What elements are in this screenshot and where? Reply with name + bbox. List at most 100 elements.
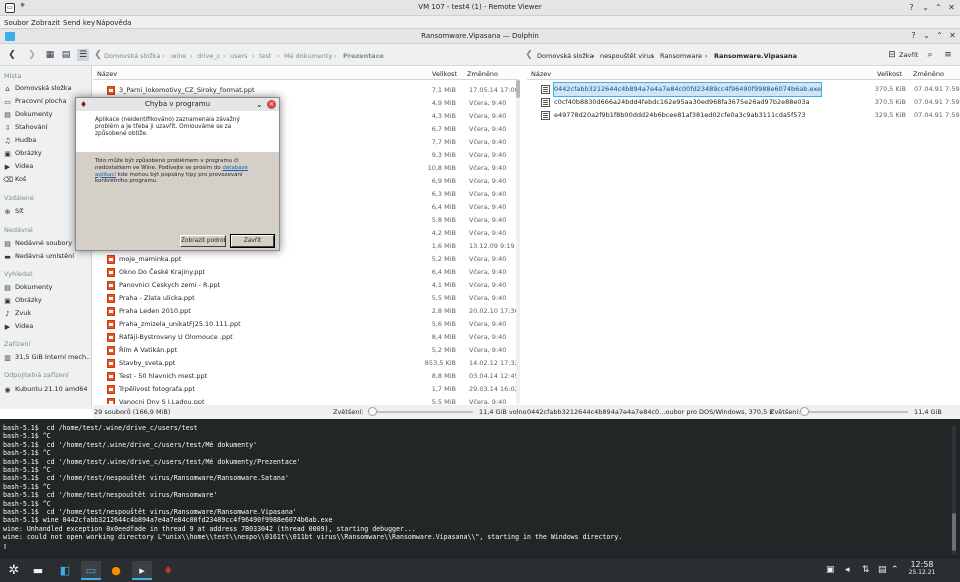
keep-above-icon[interactable]: ? xyxy=(908,30,919,41)
dolphin-task-icon[interactable]: ▭ xyxy=(81,561,101,580)
left-breadcrumb-3[interactable]: users xyxy=(230,52,248,60)
sidebar-item-home[interactable]: ⌂ Domovská složka xyxy=(3,83,91,94)
close-icon[interactable]: ✕ xyxy=(947,30,958,41)
app-launcher-icon[interactable]: ✲ xyxy=(4,561,24,580)
sidebar-item-search-videos[interactable]: ▶ Videa xyxy=(3,321,91,332)
scrollbar-thumb[interactable] xyxy=(952,513,956,551)
compact-view-icon[interactable]: ▤ xyxy=(60,49,72,61)
details-view-icon[interactable]: ☰ xyxy=(77,49,89,61)
scrollbar-thumb[interactable] xyxy=(516,80,520,98)
menu-send-key[interactable]: Send key xyxy=(63,19,95,27)
sidebar-item-search-images[interactable]: ▣ Obrázky xyxy=(3,295,91,306)
right-file-pane[interactable]: Název Velikost Změněno 0442cfabb3212644c… xyxy=(527,68,960,404)
sidebar-section-title: Odpojitelná zařízení xyxy=(4,371,69,379)
left-breadcrumb-1[interactable]: .wine xyxy=(169,52,186,60)
terminal-scrollbar[interactable] xyxy=(952,425,956,555)
left-breadcrumb-4[interactable]: test xyxy=(259,52,271,60)
show-desktop-icon[interactable]: ▬ xyxy=(28,561,48,580)
sidebar-item-recent-places[interactable]: ▬ Nedávná umístění xyxy=(3,251,91,262)
file-modified: 07.04.91 7:59 xyxy=(914,85,960,93)
file-row[interactable]: Praha Leden 2010.ppt 2,8 MiB 20.02.10 17:3… xyxy=(93,305,519,318)
sidebar-item-disc[interactable]: ◉ Kubuntu 21.10 amd64 xyxy=(3,384,91,395)
file-row[interactable]: c0cf40b8830d666a24bdd4febdc162e95aa30ed9… xyxy=(527,96,960,109)
file-modified: Včera, 9:40 xyxy=(469,333,507,341)
wine-task-icon[interactable]: ♦ xyxy=(158,561,178,580)
file-row[interactable]: 0442cfabb3212644c4b894a7e4a7e84c00fd2348… xyxy=(527,82,960,97)
file-row[interactable]: Praha - Zlata ulicka.ppt 5,5 MiB Včera, 9:… xyxy=(93,292,513,305)
clipboard-icon[interactable]: ▤ xyxy=(878,565,887,575)
file-row[interactable]: Vanocni Dny S J.Ladou.ppt 5,5 MiB Včera, 9… xyxy=(93,396,513,404)
left-scrollbar[interactable] xyxy=(516,80,520,404)
minimize-icon[interactable]: ⌄ xyxy=(920,2,931,13)
sidebar-item-search-audio[interactable]: ♪ Zvuk xyxy=(3,308,91,319)
file-row[interactable]: 3_Parni_lokomotivy_CZ_Siroky_format.ppt 7… xyxy=(93,84,519,97)
column-header-modified[interactable]: Změněno xyxy=(913,68,944,80)
tray-expand-icon[interactable]: ⌃ xyxy=(891,565,899,575)
left-breadcrumb-0[interactable]: Domovská složka xyxy=(104,52,160,60)
file-row[interactable]: Stavby_sveta.ppt 853,5 KiB 14.02.12 17:32 xyxy=(93,357,519,370)
terminal-task-icon[interactable]: ▸ xyxy=(132,561,152,580)
firefox-task-icon[interactable]: ● xyxy=(106,561,126,580)
presentation-file-icon xyxy=(107,255,115,264)
maximize-icon[interactable]: ⌃ xyxy=(934,30,945,41)
close-dialog-button[interactable]: Zavřít xyxy=(230,234,275,248)
terminal[interactable]: bash-5.1$ cd /home/test/.wine/drive_c/us… xyxy=(0,419,960,557)
menu-help[interactable]: Nápověda xyxy=(96,19,131,27)
file-modified: 17.05.14 17:06 xyxy=(469,86,519,94)
file-modified: 20.02.10 17:36 xyxy=(469,307,519,315)
zoom-slider[interactable] xyxy=(803,411,908,413)
network-tray-icon[interactable]: ⇅ xyxy=(862,565,870,575)
column-header-name[interactable]: Název xyxy=(97,68,117,80)
file-row[interactable]: Řím A Vatikán.ppt 5,2 MiB Včera, 9:40 xyxy=(93,344,513,357)
menu-view[interactable]: Zobrazit xyxy=(31,19,60,27)
zoom-slider[interactable] xyxy=(368,411,473,413)
keep-above-icon[interactable]: ? xyxy=(906,2,917,13)
icons-view-icon[interactable]: ▦ xyxy=(44,49,56,61)
column-header-size[interactable]: Velikost xyxy=(432,68,457,80)
left-breadcrumb-2[interactable]: drive_c xyxy=(197,52,220,60)
dialog-message-area: Aplikace (neidentifikováno) zaznamenala … xyxy=(76,111,279,152)
sidebar-item-search-documents[interactable]: ▤ Dokumenty xyxy=(3,282,91,293)
left-breadcrumb-5[interactable]: Mé dokumenty xyxy=(284,52,332,60)
maximize-icon[interactable]: ⌃ xyxy=(933,2,944,13)
minimize-icon[interactable]: ⌄ xyxy=(921,30,932,41)
file-row[interactable]: moje_maminka.ppt 5,2 MiB Včera, 9:40 xyxy=(93,253,513,266)
right-breadcrumb-current[interactable]: Ransomware.Vipasana xyxy=(714,52,797,60)
zoom-slider-handle[interactable] xyxy=(800,407,809,416)
column-header-modified[interactable]: Změněno xyxy=(467,68,498,80)
file-row[interactable]: Trpělivost fotografa.ppt 1,7 MiB 29.03.14 … xyxy=(93,383,519,396)
file-row[interactable]: Praha_zmizela_unikatFJ25.10.111.ppt 5,6 M… xyxy=(93,318,513,331)
column-header-name[interactable]: Název xyxy=(531,68,551,80)
volume-icon[interactable]: ◂ xyxy=(845,565,850,575)
hamburger-menu-icon[interactable]: ≡ xyxy=(942,49,954,61)
file-row[interactable]: Test - 50 hlavnich mest.ppt 8,8 MiB 03.04.… xyxy=(93,370,519,383)
clock[interactable]: 12:58 25.12.21 xyxy=(902,560,942,576)
file-row[interactable]: e49778d20a2f9b1f8b00ddd24b6bcee81af381ed… xyxy=(527,109,960,122)
file-row[interactable]: Panovnici Ceskych zemi - R.ppt 4,1 MiB Vče… xyxy=(93,279,513,292)
right-breadcrumb-1[interactable]: nespouštět virus xyxy=(600,52,654,60)
notifications-icon[interactable]: ▣ xyxy=(826,565,835,575)
file-size: 4,9 MiB xyxy=(431,99,456,107)
breadcrumb-back-icon[interactable]: ❮ xyxy=(523,49,535,61)
menu-file[interactable]: Soubor xyxy=(4,19,29,27)
discover-store-icon[interactable]: ◧ xyxy=(55,561,75,580)
right-breadcrumb-2[interactable]: Ransomware xyxy=(660,52,702,60)
right-breadcrumb-0[interactable]: Domovská složka xyxy=(537,52,593,60)
forward-icon[interactable]: ❯ xyxy=(26,49,38,61)
split-view-icon[interactable]: ⊟ xyxy=(886,49,898,61)
dialog-close-icon[interactable]: ✕ xyxy=(267,100,276,109)
column-header-size[interactable]: Velikost xyxy=(877,68,902,80)
breadcrumb-back-icon[interactable]: ❮ xyxy=(92,49,104,61)
show-details-button[interactable]: Zobrazit podrobnosti xyxy=(180,235,226,247)
zoom-slider-handle[interactable] xyxy=(368,407,377,416)
search-icon[interactable]: ⌕ xyxy=(924,49,936,61)
file-row[interactable]: Ráfájí-Bystrovany U Olomouce .ppt 8,4 MiB… xyxy=(93,331,513,344)
sidebar-item-internal-drive[interactable]: ▥ 31,5 GiB Interní mech... xyxy=(3,352,91,363)
dialog-collapse-icon[interactable]: ⌄ xyxy=(256,98,263,111)
close-icon[interactable]: ✕ xyxy=(946,2,957,13)
back-icon[interactable]: ❮ xyxy=(6,49,18,61)
left-breadcrumb-current[interactable]: Prezentace xyxy=(343,52,384,60)
file-row[interactable]: Okno Do České Krajiny.ppt 6,4 MiB Včera, 9… xyxy=(93,266,513,279)
close-split-button[interactable]: Zavřít xyxy=(899,51,918,59)
terminal-line: ▯ xyxy=(3,541,7,550)
